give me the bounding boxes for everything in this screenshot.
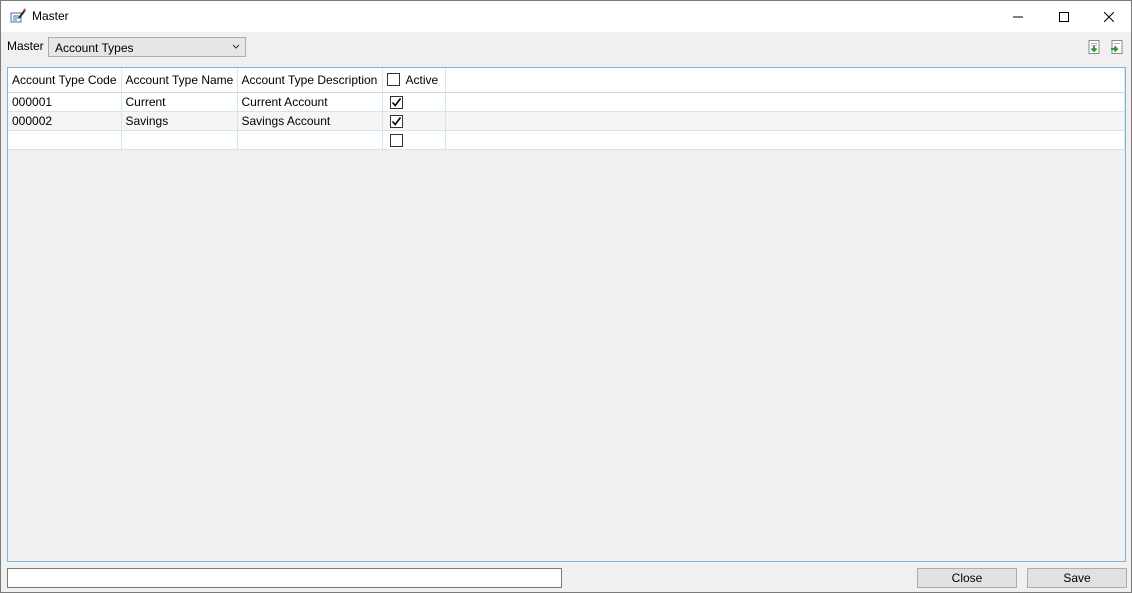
close-button[interactable]: Close xyxy=(917,568,1017,588)
column-header-description[interactable]: Account Type Description xyxy=(237,68,383,93)
column-header-name[interactable]: Account Type Name xyxy=(121,68,238,93)
checkmark-icon xyxy=(391,116,401,126)
cell-code[interactable]: 000002 xyxy=(8,111,122,131)
column-header-filler xyxy=(445,68,1125,93)
import-icon xyxy=(1088,40,1100,54)
master-dropdown[interactable]: Account Types xyxy=(48,37,246,57)
cell-description[interactable] xyxy=(237,130,383,150)
table-header-row: Account Type Code Account Type Name Acco… xyxy=(8,68,1125,93)
column-header-active[interactable]: Active xyxy=(382,68,446,93)
minimize-button[interactable] xyxy=(995,1,1041,32)
status-field[interactable] xyxy=(7,568,562,588)
table-row-new[interactable] xyxy=(8,130,1125,150)
active-checkbox[interactable] xyxy=(389,114,403,128)
column-header-code[interactable]: Account Type Code xyxy=(8,68,122,93)
export-icon xyxy=(1111,40,1123,54)
save-button[interactable]: Save xyxy=(1027,568,1127,588)
close-icon xyxy=(1104,11,1114,22)
cell-code[interactable]: 000001 xyxy=(8,92,122,112)
master-dropdown-value: Account Types xyxy=(55,41,134,55)
export-button[interactable] xyxy=(1109,39,1125,55)
master-label: Master xyxy=(7,39,44,53)
cell-active[interactable] xyxy=(382,130,446,150)
cell-name[interactable]: Savings xyxy=(121,111,238,131)
cell-name[interactable]: Current xyxy=(121,92,238,112)
cell-filler xyxy=(445,111,1125,131)
data-table: Account Type Code Account Type Name Acco… xyxy=(8,68,1125,150)
column-header-active-label: Active xyxy=(405,72,439,87)
cell-filler xyxy=(445,130,1125,150)
cell-active[interactable] xyxy=(382,111,446,131)
master-window: Master Master Account Types Account Type… xyxy=(0,0,1132,593)
minimize-icon xyxy=(1013,16,1023,17)
window-title: Master xyxy=(32,9,69,23)
table-row[interactable]: 000001 Current Current Account xyxy=(8,92,1125,112)
cell-code[interactable] xyxy=(8,130,122,150)
close-window-button[interactable] xyxy=(1086,1,1132,32)
account-types-grid[interactable]: Account Type Code Account Type Name Acco… xyxy=(7,67,1126,562)
cell-description[interactable]: Savings Account xyxy=(237,111,383,131)
title-bar[interactable]: Master xyxy=(1,1,1131,32)
cell-filler xyxy=(445,92,1125,112)
chevron-down-icon xyxy=(231,41,241,53)
app-icon xyxy=(10,8,27,24)
checkmark-icon xyxy=(391,97,401,107)
cell-name[interactable] xyxy=(121,130,238,150)
table-row[interactable]: 000002 Savings Savings Account xyxy=(8,111,1125,131)
cell-active[interactable] xyxy=(382,92,446,112)
maximize-icon xyxy=(1059,11,1069,22)
select-all-active-checkbox[interactable] xyxy=(386,73,400,87)
maximize-button[interactable] xyxy=(1041,1,1087,32)
import-button[interactable] xyxy=(1086,39,1102,55)
cell-description[interactable]: Current Account xyxy=(237,92,383,112)
active-checkbox[interactable] xyxy=(389,133,403,147)
active-checkbox[interactable] xyxy=(389,95,403,109)
